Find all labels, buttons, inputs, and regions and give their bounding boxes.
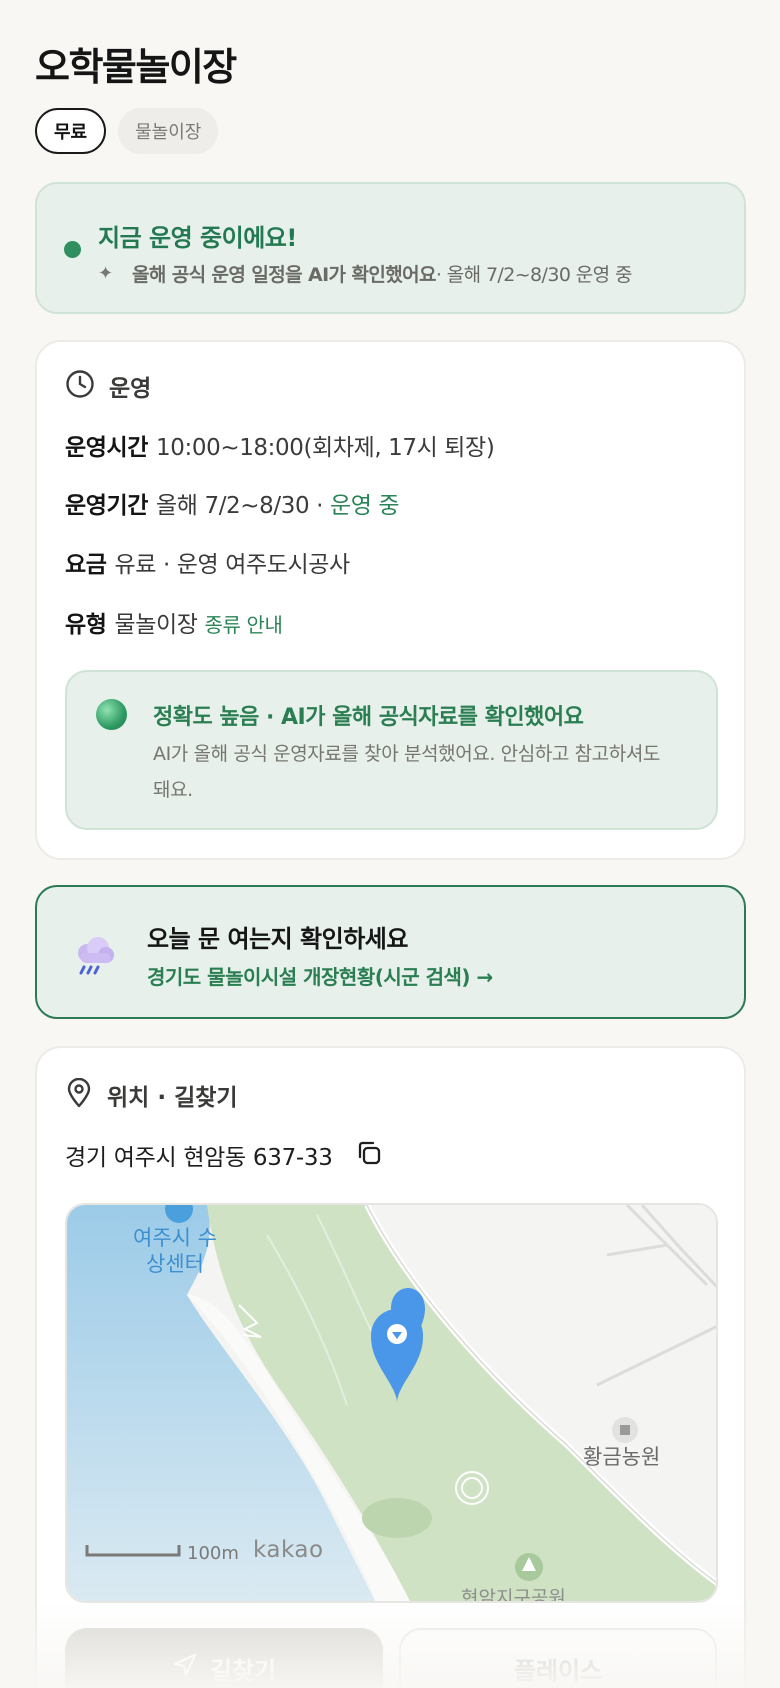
check-today-link[interactable]: 경기도 물놀이시설 개장현황(시군 검색) → [147,961,493,990]
status-banner: 지금 운영 중이에요! ✦ 올해 공식 운영 일정을 AI가 확인했어요 · 올… [35,182,746,314]
fee-row: 요금 유료 · 운영 여주도시공사 [65,545,350,579]
address-text: 경기 여주시 현암동 637-33 [65,1145,333,1171]
check-today-banner[interactable]: 오늘 문 여는지 확인하세요 경기도 물놀이시설 개장현황(시군 검색) → [35,885,746,1019]
type-value: 물놀이장 [114,612,198,638]
operation-label: 운영 [109,376,152,402]
hours-value: 10:00~18:00(회차제, 17시 퇴장) [156,435,495,461]
accuracy-box: 정확도 높음 · AI가 올해 공식자료를 확인했어요 AI가 올해 공식 운영… [65,670,718,830]
navigation-arrow-icon [172,1652,198,1684]
map-pin-icon [65,1077,93,1112]
map-scale-label: 100m [187,1543,239,1564]
status-subline: ✦ 올해 공식 운영 일정을 AI가 확인했어요 · 올해 7/2~8/30 운… [98,260,632,287]
check-today-headline: 오늘 문 여는지 확인하세요 [147,925,408,953]
type-row: 유형 물놀이장 종류 안내 [65,605,283,639]
map-label-farm: 황금농원 [583,1445,661,1469]
chip-free[interactable]: 무료 [35,108,107,154]
page-title: 오학물놀이장 [35,45,237,89]
status-dot [64,241,81,258]
location-buttons: 길찾기 플레이스 [65,1628,717,1688]
location-map[interactable]: 여주시 수상센터 황금농원 현암지구공원 100m kakao [65,1203,718,1603]
map-label-park: 현암지구공원 [461,1587,566,1603]
accuracy-body: AI가 올해 공식 운영자료를 찾아 분석했어요. 안심하고 참고하셔도 돼요. [153,743,660,801]
sparkle-icon: ✦ [98,263,113,284]
copy-icon[interactable] [355,1139,383,1171]
location-label: 위치 · 길찾기 [107,1085,238,1111]
status-detail: · 올해 7/2~8/30 운영 중 [435,264,633,286]
place-button-label: 플레이스 [513,1656,603,1685]
map-label-water-center: 여주시 수상센터 [133,1226,217,1276]
rain-cloud-icon [73,935,117,979]
tag-chips: 무료 물놀이장 [35,108,219,154]
operation-card: 운영 운영시간 10:00~18:00(회차제, 17시 퇴장) 운영기간 올해 7… [35,340,746,860]
type-key: 유형 [65,612,107,638]
location-card: 위치 · 길찾기 경기 여주시 현암동 637-33 여주시 수상센터 황금농원… [35,1046,746,1688]
hours-key: 운영시간 [65,435,149,461]
place-button[interactable]: 플레이스 [399,1628,717,1688]
period-key: 운영기간 [65,493,149,519]
period-status: 운영 중 [329,493,400,519]
clock-icon [65,369,95,403]
chip-type[interactable]: 물놀이장 [118,108,219,154]
route-button-label: 길찾기 [209,1656,277,1685]
operation-header: 운영 [65,369,151,403]
hours-row: 운영시간 10:00~18:00(회차제, 17시 퇴장) [65,428,495,462]
status-headline: 지금 운영 중이에요! [98,224,297,252]
period-value: 올해 7/2~8/30 · [156,493,330,519]
status-ai-note: 올해 공식 운영 일정을 AI가 확인했어요 [132,264,436,286]
location-header: 위치 · 길찾기 [65,1077,238,1112]
address-row: 경기 여주시 현암동 637-33 [65,1138,383,1172]
map-provider-logo: kakao [253,1537,324,1563]
accuracy-orb-icon [96,699,127,730]
accuracy-headline: 정확도 높음 · AI가 올해 공식자료를 확인했어요 [153,705,584,730]
period-row: 운영기간 올해 7/2~8/30 · 운영 중 [65,486,400,520]
route-button[interactable]: 길찾기 [65,1628,383,1688]
type-guide-link[interactable]: 종류 안내 [205,613,283,637]
fee-key: 요금 [65,552,107,578]
fee-value: 유료 · 운영 여주도시공사 [114,552,351,578]
